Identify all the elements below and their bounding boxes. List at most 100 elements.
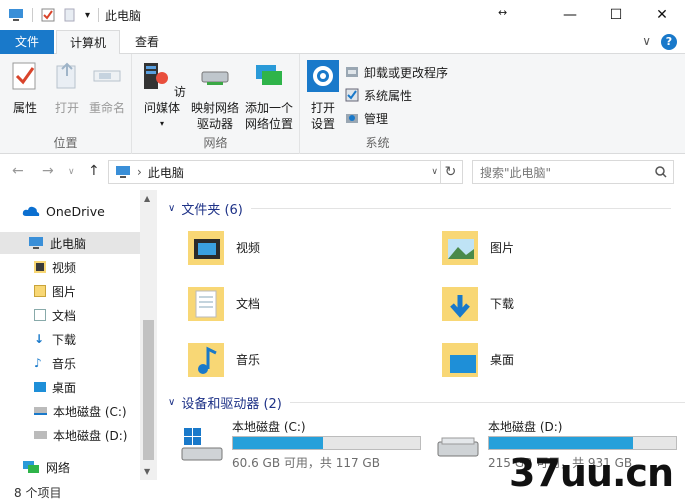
- tab-view[interactable]: 查看: [124, 30, 170, 54]
- sidebar-item-music[interactable]: ♪ 音乐: [34, 352, 76, 374]
- sidebar-item-label: OneDrive: [46, 203, 105, 219]
- map-network-drive-label-2: 驱动器: [196, 117, 233, 131]
- folder-item-desktop[interactable]: 桌面: [440, 334, 514, 384]
- add-network-location-button[interactable]: 添加一个 网络位置: [242, 60, 296, 132]
- up-arrow-icon[interactable]: ↑: [88, 163, 100, 179]
- close-button[interactable]: ✕: [639, 0, 685, 30]
- sidebar-item-label: 下载: [52, 332, 77, 347]
- back-arrow-icon[interactable]: ←: [12, 163, 24, 179]
- sidebar-item-network[interactable]: 网络: [22, 456, 70, 478]
- maximize-button[interactable]: ☐: [593, 0, 639, 30]
- folder-item-downloads[interactable]: 下载: [440, 278, 514, 328]
- address-dropdown-icon[interactable]: ∨: [431, 167, 438, 177]
- open-settings-button[interactable]: 打开 设置: [304, 60, 342, 132]
- recent-locations-icon[interactable]: ∨: [68, 167, 75, 177]
- open-settings-label: 打开: [310, 101, 335, 115]
- sidebar-item-documents[interactable]: 文档: [34, 304, 76, 326]
- map-network-drive-button[interactable]: 映射网络 驱动器: [188, 60, 242, 132]
- checklist-icon: [12, 62, 36, 90]
- folder-name: 桌面: [490, 352, 515, 367]
- rename-icon: [93, 70, 121, 82]
- collapse-ribbon-button[interactable]: ∨: [642, 34, 651, 50]
- add-network-location-label-2: 网络位置: [244, 117, 293, 131]
- refresh-icon[interactable]: ↻: [440, 161, 460, 183]
- windows-drive-icon: [181, 428, 223, 461]
- gear-icon: [307, 60, 339, 92]
- sidebar-item-label: 桌面: [52, 380, 77, 395]
- minimize-button[interactable]: —: [547, 0, 593, 30]
- folder-item-music[interactable]: 音乐: [186, 334, 260, 384]
- system-properties-button[interactable]: 系统属性: [344, 85, 412, 105]
- search-placeholder: 搜索"此电脑": [480, 165, 552, 180]
- ribbon-group-system: 打开 设置 卸载或更改程序 系统属性 管理 系统: [300, 54, 455, 154]
- computer-icon: [116, 166, 130, 178]
- sidebar-item-drive-c[interactable]: 本地磁盘 (C:): [34, 400, 127, 422]
- manage-button[interactable]: 管理: [344, 108, 388, 128]
- desktop-folder-icon: [442, 343, 478, 377]
- drive-item-c[interactable]: 本地磁盘 (C:) 60.6 GB 可用，共 117 GB: [180, 418, 430, 472]
- access-media-button[interactable]: 访问媒体 ▾: [136, 60, 188, 132]
- drive-icon: [437, 437, 479, 457]
- scroll-down-icon[interactable]: ▼: [144, 467, 150, 476]
- folder-name: 文档: [236, 296, 261, 311]
- folder-item-documents[interactable]: 文档: [186, 278, 260, 328]
- navigation-scrollbar[interactable]: ▲ ▼: [140, 190, 157, 480]
- ribbon-group-location: 属性 打开 重命名 位置: [0, 54, 132, 154]
- new-folder-quick-icon[interactable]: [63, 8, 77, 22]
- open-settings-label-2: 设置: [310, 117, 335, 131]
- content-area: ∨ 文件夹 (6) 视频 图片 文档 下载 音乐 桌面 ∨ 设备和驱动器 (2)…: [160, 190, 685, 483]
- open-icon: [56, 62, 76, 89]
- collapse-chevron-icon[interactable]: ∨: [168, 397, 175, 408]
- system-properties-icon: [345, 88, 359, 102]
- help-icon[interactable]: ?: [661, 34, 677, 50]
- pictures-icon: [34, 285, 46, 297]
- system-properties-label: 系统属性: [364, 88, 413, 103]
- address-bar[interactable]: › 此电脑 ∨ ↻: [108, 160, 463, 184]
- properties-label: 属性: [12, 101, 37, 115]
- collapse-chevron-icon[interactable]: ∨: [168, 203, 175, 214]
- properties-quick-icon[interactable]: [41, 8, 55, 22]
- drives-section-header[interactable]: ∨ 设备和驱动器 (2): [168, 392, 685, 412]
- address-row: ← → ∨ ↑ › 此电脑 ∨ ↻ 搜索"此电脑": [0, 158, 685, 186]
- sidebar-item-downloads[interactable]: ↓ 下载: [34, 328, 76, 350]
- folders-section-header[interactable]: ∨ 文件夹 (6): [168, 198, 671, 218]
- sidebar-item-drive-d[interactable]: 本地磁盘 (D:): [34, 424, 127, 446]
- pictures-folder-icon: [442, 231, 478, 265]
- customize-quick-access-dropdown[interactable]: ▾: [85, 10, 90, 21]
- uninstall-button[interactable]: 卸载或更改程序: [344, 62, 448, 82]
- sidebar-item-onedrive[interactable]: OneDrive: [22, 200, 140, 222]
- scrollbar-thumb[interactable]: [143, 320, 154, 460]
- sidebar-item-label: 本地磁盘 (D:): [53, 428, 128, 443]
- sidebar-item-videos[interactable]: 视频: [34, 256, 76, 278]
- section-title: 设备和驱动器 (2): [181, 396, 282, 412]
- open-button[interactable]: 打开: [48, 60, 86, 116]
- ribbon-group-label: 网络: [203, 136, 228, 150]
- scroll-up-icon[interactable]: ▲: [144, 194, 150, 203]
- sidebar-item-this-pc[interactable]: 此电脑: [0, 232, 140, 254]
- title-bar: ▾ 此电脑 ↔ — ☐ ✕: [0, 0, 685, 30]
- map-network-drive-icon: [201, 71, 229, 85]
- sidebar-item-label: 网络: [46, 460, 71, 475]
- tab-computer[interactable]: 计算机: [56, 30, 120, 55]
- folder-item-videos[interactable]: 视频: [186, 222, 260, 272]
- desktop-icon: [34, 382, 46, 392]
- section-title: 文件夹 (6): [181, 202, 243, 218]
- resize-icon: ↔: [498, 6, 508, 19]
- folder-name: 下载: [490, 296, 515, 311]
- sidebar-item-desktop[interactable]: 桌面: [34, 376, 76, 398]
- forward-arrow-icon[interactable]: →: [42, 163, 54, 179]
- sidebar-item-label: 此电脑: [50, 236, 87, 251]
- breadcrumb[interactable]: 此电脑: [148, 164, 184, 181]
- sidebar-item-pictures[interactable]: 图片: [34, 280, 76, 302]
- rename-button[interactable]: 重命名: [86, 60, 128, 116]
- folder-item-pictures[interactable]: 图片: [440, 222, 514, 272]
- drive-usage-fill: [489, 437, 633, 449]
- rename-label: 重命名: [88, 101, 125, 115]
- search-input[interactable]: 搜索"此电脑": [472, 160, 674, 184]
- download-arrow-icon: ↓: [34, 332, 45, 346]
- quick-access-toolbar: ▾: [0, 8, 100, 22]
- ribbon-tab-bar: 文件 计算机 查看 ∨ ?: [0, 30, 685, 55]
- tab-file[interactable]: 文件: [0, 30, 54, 54]
- properties-button[interactable]: 属性: [6, 60, 44, 116]
- breadcrumb-chevron-icon: ›: [137, 165, 142, 179]
